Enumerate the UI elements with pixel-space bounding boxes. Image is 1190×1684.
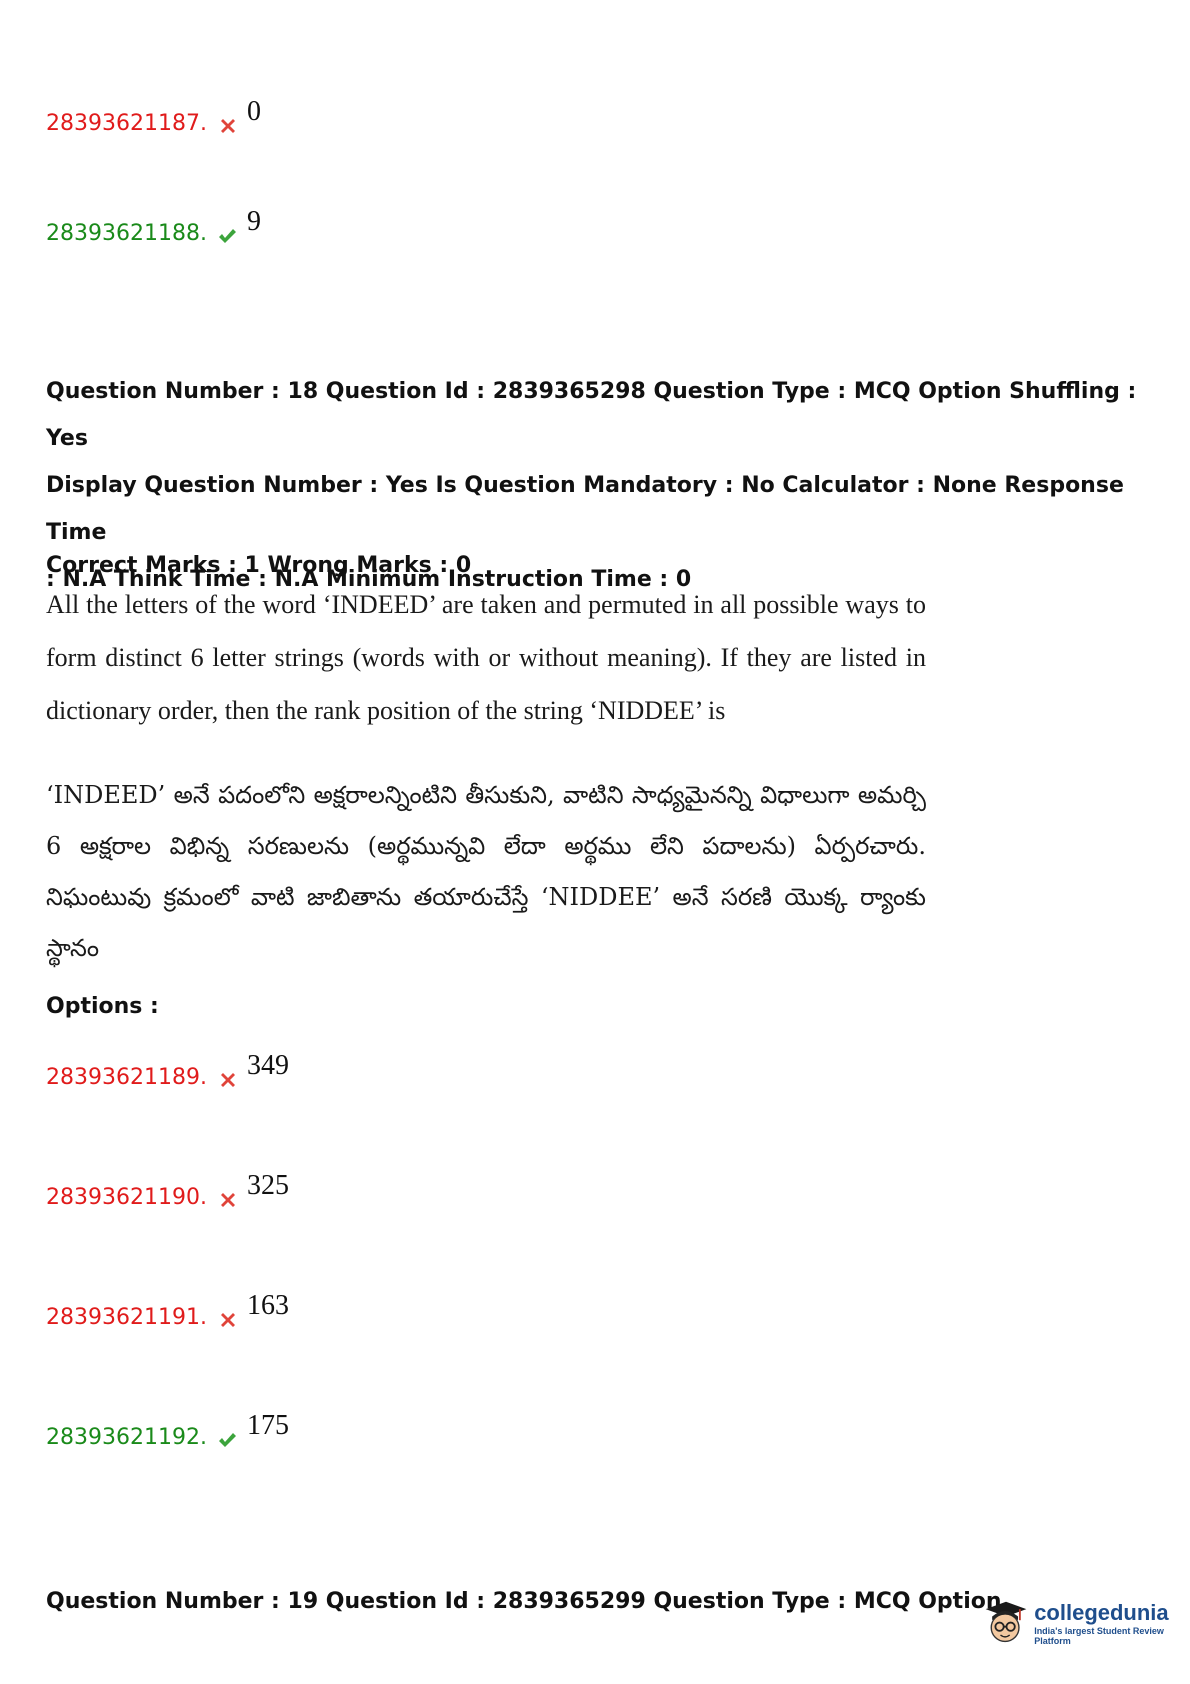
cross-icon [220,1073,235,1087]
option-id: 28393621190. [46,1185,207,1210]
question-text-telugu: ‘INDEED’ అనే పదంలోని అక్షరాలన్నింటిని తీ… [46,781,926,962]
collegedunia-logo: collegedunia India's largest Student Rev… [982,1596,1190,1650]
logo-tagline: India's largest Student Review Platform [1034,1626,1164,1646]
logo-name: collegedunia [1034,1600,1169,1625]
option-id: 28393621188. [46,221,207,246]
option-id: 28393621189. [46,1065,207,1090]
option-value: 163 [246,1290,289,1321]
option-value: 9 [246,206,261,237]
metadata-line: Question Number : 18 Question Id : 28393… [46,379,1137,451]
option-id: 28393621191. [46,1305,207,1330]
option-value: 349 [246,1050,289,1081]
cross-icon [220,119,235,133]
option-row: 28393621187. 0 [46,96,261,136]
option-row: 28393621190. 325 [46,1170,289,1210]
option-value: 0 [246,96,261,127]
check-icon [218,1433,236,1447]
option-row: 28393621188. 9 [46,206,261,246]
option-row: 28393621191. 163 [46,1290,289,1330]
option-id: 28393621187. [46,111,207,136]
option-id: 28393621192. [46,1425,207,1450]
option-row: 28393621192. 175 [46,1410,289,1450]
mascot-icon [985,1601,1027,1643]
option-row: 28393621189. 349 [46,1050,289,1090]
options-label: Options : [46,994,159,1019]
cross-icon [220,1193,235,1207]
cross-icon [220,1313,235,1327]
check-icon [218,229,236,243]
option-value: 175 [246,1410,289,1441]
question-text-english: All the letters of the word ‘INDEED’ are… [46,590,926,725]
option-value: 325 [246,1170,289,1201]
